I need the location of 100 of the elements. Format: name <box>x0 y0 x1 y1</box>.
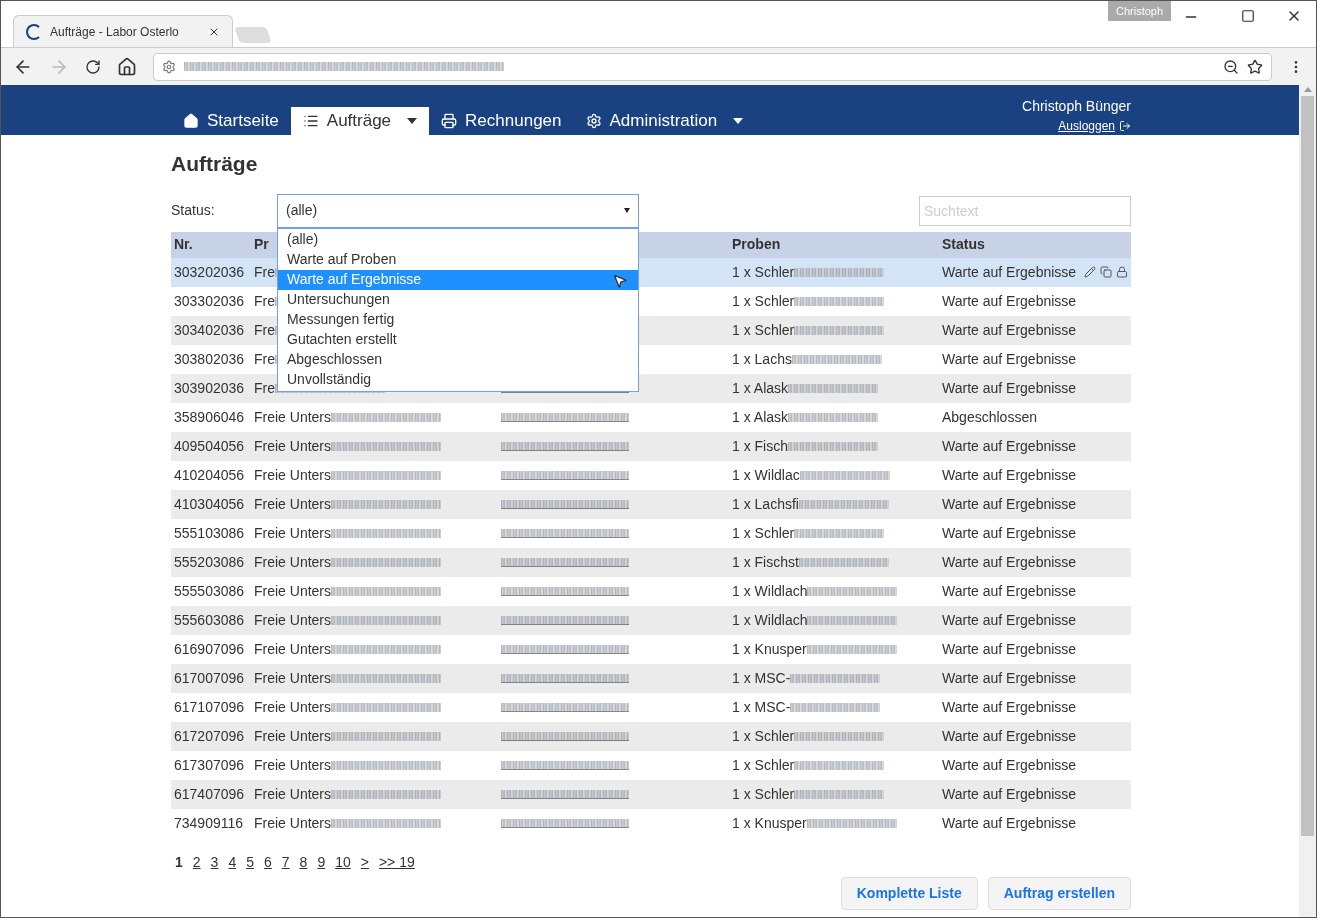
copy-icon[interactable] <box>1100 266 1112 278</box>
table-cell-text: 734909116 <box>173 813 245 833</box>
table-cell-text: 617007096 <box>173 668 246 688</box>
page-link[interactable]: 9 <box>317 851 326 873</box>
column-header: Pr <box>254 235 269 254</box>
nav-tab[interactable]: Administration <box>573 107 756 135</box>
table-row[interactable]: 617207096 Freie Unters 1 x Schler Warte auf Ergebnisse <box>171 721 1131 751</box>
table-cell-text: Freie Unters <box>254 407 332 427</box>
table-cell-text: Warte auf Ergebnisse <box>942 610 1077 630</box>
table-cell-text: 1 x Schler <box>732 320 795 340</box>
maximize-icon[interactable] <box>1241 9 1255 23</box>
browser-tab[interactable]: Aufträge - Labor Osterlo <box>13 15 233 47</box>
page-link[interactable]: 2 <box>192 851 201 873</box>
table-cell-text: 617407096 <box>173 784 246 804</box>
table-row[interactable]: 410304056 Freie Unters 1 x Lachsfi Warte auf Ergebnisse <box>171 489 1131 519</box>
caret-icon <box>624 208 630 213</box>
page-link[interactable]: 4 <box>228 851 237 873</box>
table-cell-text: 1 x Alask <box>732 407 789 427</box>
page-link[interactable]: 6 <box>264 851 272 873</box>
table-cell-text: Warte auf Ergebnisse <box>942 755 1077 775</box>
table-cell-text: Warte auf Ergebnisse <box>942 436 1077 456</box>
table-cell-text: 1 x Alask <box>732 378 789 398</box>
page-link[interactable]: 7 <box>281 851 290 873</box>
table-row[interactable]: 617007096 Freie Unters 1 x MSC- Warte auf Ergebnisse <box>171 663 1131 693</box>
nav-tab[interactable]: Startseite <box>171 107 291 135</box>
table-cell-text: 617307096 <box>173 755 246 775</box>
nav-tab[interactable]: Aufträge <box>290 107 430 135</box>
table-cell-text: 1 x Fischst <box>732 552 799 572</box>
table-cell-text: 1 x Lachs <box>732 349 792 369</box>
site-info-icon <box>162 59 176 74</box>
table-cell-text: 1 x Wildlac <box>732 465 800 485</box>
table-cell-text: Warte auf Ergebnisse <box>942 494 1077 514</box>
list-icon <box>302 113 319 129</box>
table-cell-text: Freie Unters <box>254 697 332 717</box>
page-link[interactable]: 5 <box>246 851 254 873</box>
table-cell-text: Freie Unters <box>254 523 332 543</box>
dropdown-option[interactable]: (alle) <box>278 229 638 250</box>
caret-icon <box>407 118 418 124</box>
table-cell-text: Warte auf Ergebnisse <box>942 320 1077 340</box>
table-cell-text: Warte auf Ergebnisse <box>942 291 1077 311</box>
cursor-icon <box>612 272 628 289</box>
page-link[interactable]: 1 <box>175 851 183 873</box>
table-row[interactable]: 555203086 Freie Unters 1 x Fischst Warte auf Ergebnisse <box>171 547 1131 577</box>
table-cell-text: Freie Unters <box>254 465 332 485</box>
dropdown-option[interactable]: Abgeschlossen <box>278 349 638 370</box>
column-header: Nr. <box>173 235 194 254</box>
home-icon[interactable] <box>117 56 137 77</box>
page-link[interactable]: >> 19 <box>378 851 415 873</box>
home-icon <box>183 113 199 129</box>
logout-icon <box>1119 120 1131 132</box>
table-cell-text: Freie Unters <box>254 813 332 833</box>
table-cell-text: Fre <box>254 378 275 398</box>
table-cell-text: 410204056 <box>173 465 246 485</box>
table-cell-text: Freie Unters <box>254 726 332 746</box>
table-cell-text: Warte auf Ergebnisse <box>942 523 1077 543</box>
table-cell-text: Freie Unters <box>254 784 332 804</box>
table-row[interactable]: 409504056 Freie Unters 1 x Fisch Warte auf Ergebnisse <box>171 431 1131 461</box>
action-button[interactable]: Komplette Liste <box>840 876 978 910</box>
page-link[interactable]: 8 <box>299 851 308 873</box>
lock-icon[interactable] <box>1116 266 1128 278</box>
page-title: Aufträge <box>171 151 259 177</box>
table-cell-text: Warte auf Ergebnisse <box>942 378 1077 398</box>
table-cell-text: 616907096 <box>173 639 246 659</box>
table-cell-text: 555603086 <box>173 610 246 630</box>
status-select[interactable]: (alle) <box>277 193 639 228</box>
page-link[interactable]: 10 <box>335 851 351 873</box>
page-link[interactable]: 3 <box>210 851 219 873</box>
table-cell-text: Warte auf Ergebnisse <box>942 349 1077 369</box>
table-cell-text: 1 x Fisch <box>732 436 788 456</box>
table-cell-text: Freie Unters <box>254 668 332 688</box>
zoom-icon[interactable] <box>1223 58 1239 75</box>
logout-link[interactable]: Ausloggen <box>1058 117 1131 135</box>
page-link[interactable]: > <box>360 851 369 873</box>
table-cell-text: 1 x Schler <box>732 523 795 543</box>
site-logo-icon <box>26 23 42 40</box>
table-cell-text: 555203086 <box>173 552 246 572</box>
table-cell-text: Warte auf Ergebnisse <box>942 813 1077 833</box>
nav-tab[interactable]: Rechnungen <box>429 107 574 135</box>
table-row[interactable]: 555603086 Freie Unters 1 x Wildlach Warte auf Ergebnisse <box>171 605 1131 635</box>
table-cell-text: Warte auf Ergebnisse <box>942 465 1077 485</box>
table-cell-text: 303902036 <box>173 378 246 398</box>
user-name: Christoph Bünger <box>1022 97 1131 116</box>
edit-icon[interactable] <box>1084 266 1096 278</box>
table-cell-text: 1 x Schler <box>732 291 795 311</box>
table-cell-text: 1 x Schler <box>732 755 795 775</box>
table-cell-text: Freie Unters <box>254 755 332 775</box>
table-cell-text: Abgeschlossen <box>942 407 1037 427</box>
table-cell-text: Freie Unters <box>254 552 332 572</box>
table-cell-text: Warte auf Ergebnisse <box>942 639 1077 659</box>
dropdown-option[interactable]: Untersuchungen <box>278 289 638 310</box>
table-cell-text: 1 x Lachsfi <box>732 494 799 514</box>
table-cell-text: Fre <box>254 320 275 340</box>
action-button[interactable]: Auftrag erstellen <box>987 876 1131 910</box>
reload-icon[interactable] <box>85 58 101 75</box>
table-row[interactable]: 617407096 Freie Unters 1 x Schler Warte auf Ergebnisse <box>171 779 1131 809</box>
column-header: Status <box>941 235 986 254</box>
bookmark-icon[interactable] <box>1247 58 1263 75</box>
status-label: Status: <box>171 201 216 220</box>
column-header: Proben <box>731 235 782 254</box>
table-cell-text: Fre <box>254 291 275 311</box>
